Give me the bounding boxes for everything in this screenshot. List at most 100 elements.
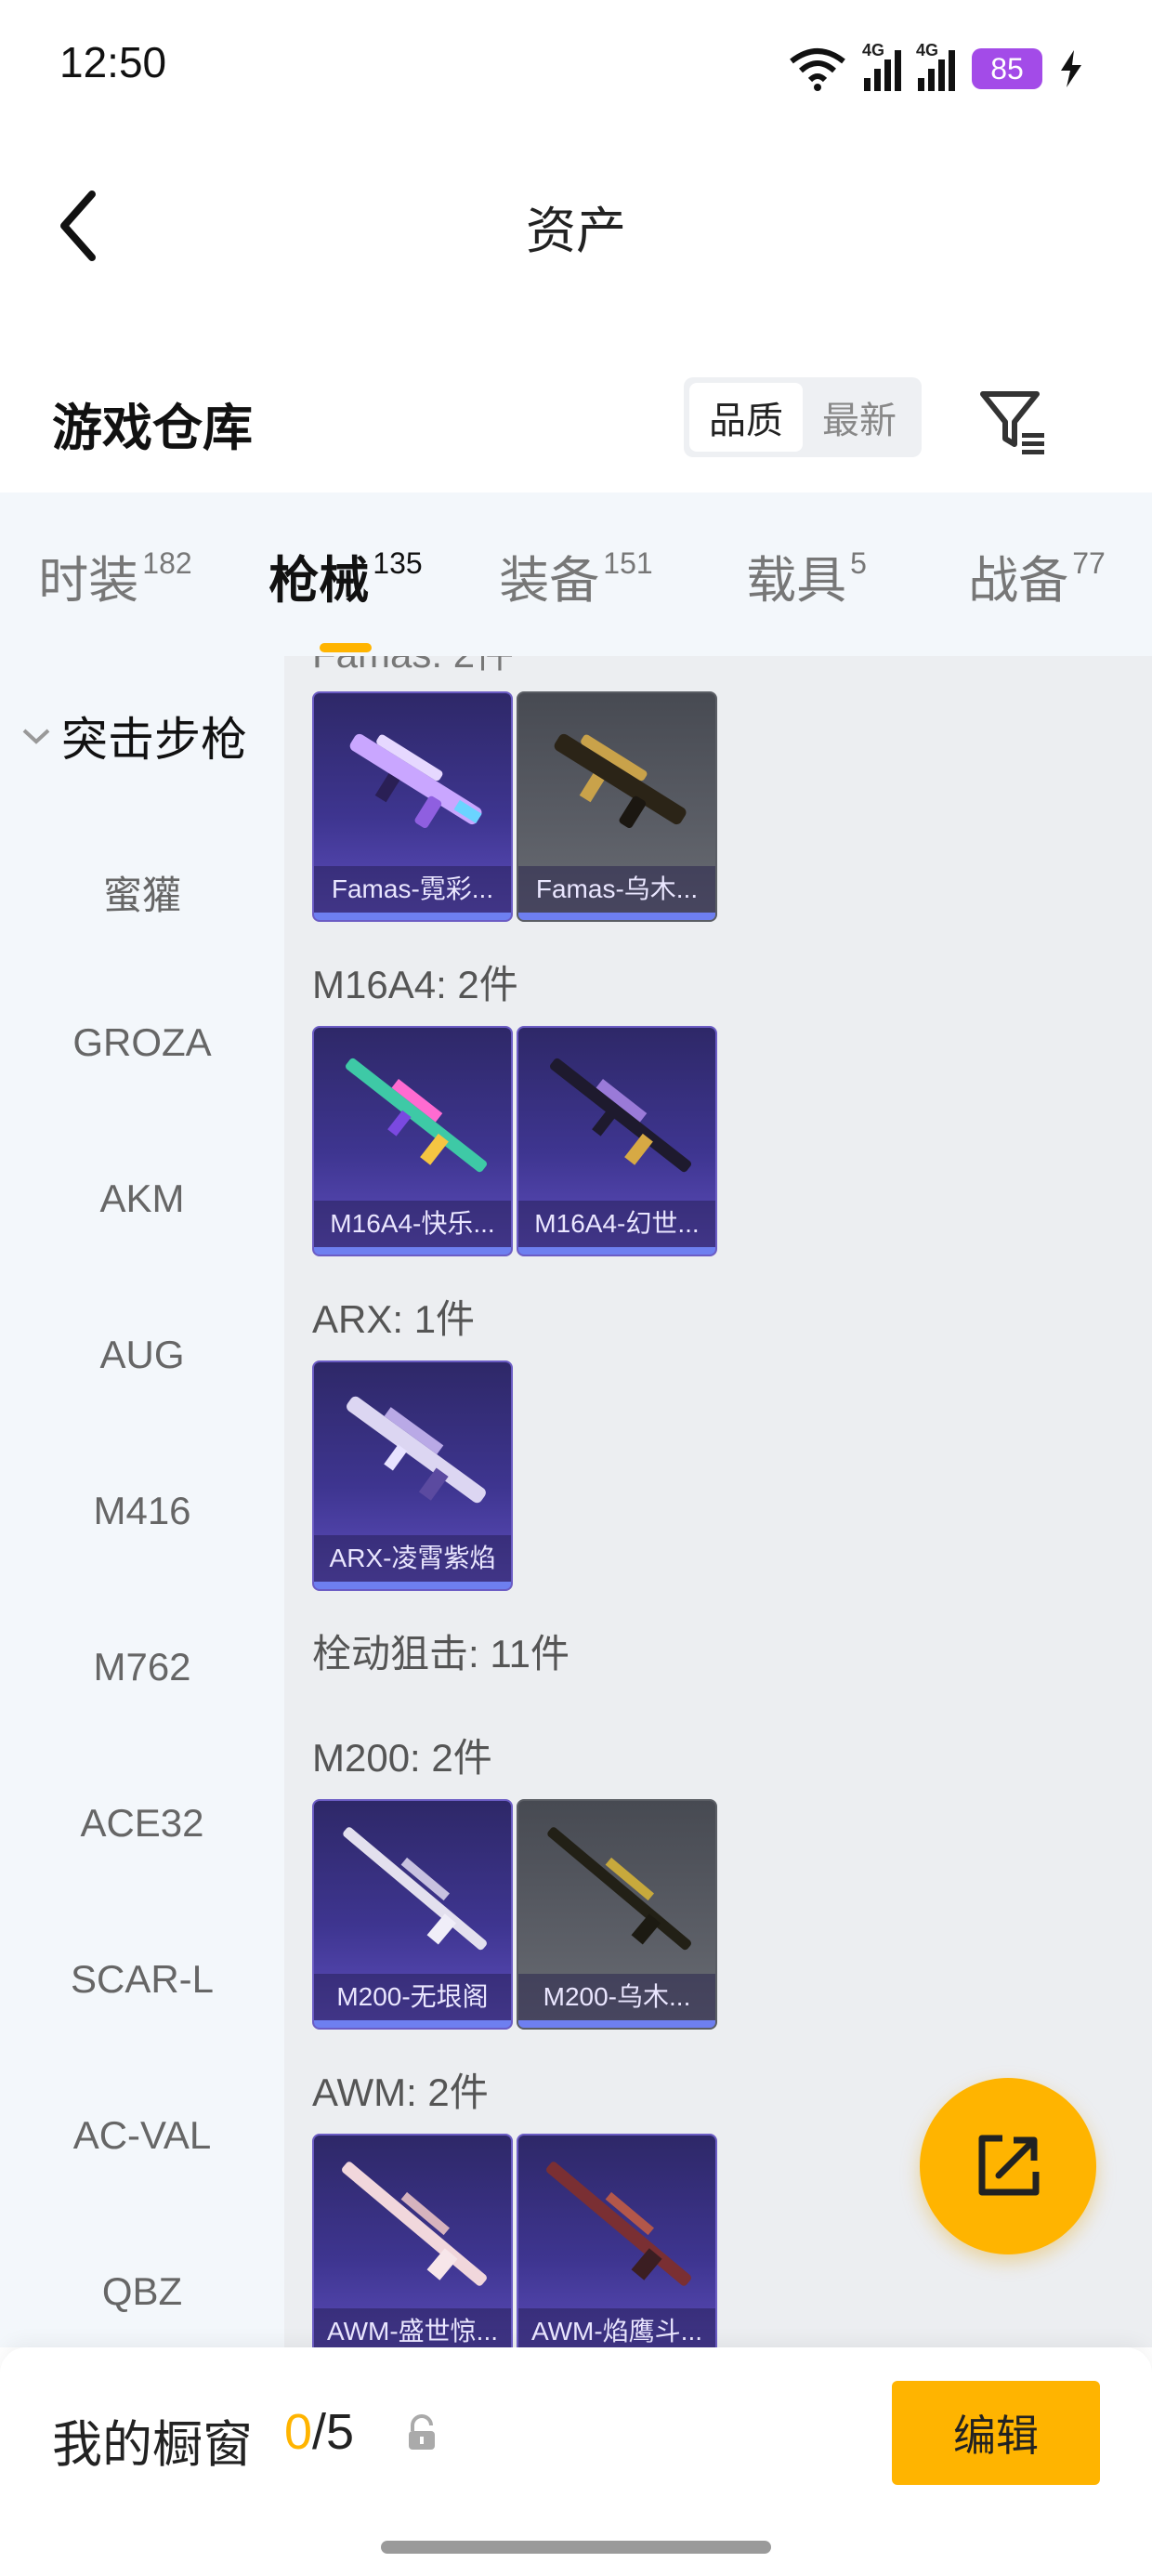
sniper-image bbox=[343, 1827, 487, 1951]
tab-equipment[interactable]: 装备 151 bbox=[461, 539, 691, 612]
network-label-1: 4G bbox=[862, 41, 885, 59]
showcase-used-count: 0 bbox=[284, 2404, 313, 2460]
sidebar-item-ace32[interactable]: ACE32 bbox=[0, 1801, 284, 1846]
sniper-image bbox=[547, 1827, 691, 1951]
tab-weapons[interactable]: 枪械 135 bbox=[230, 539, 461, 652]
weapon-card-label: M200-乌木... bbox=[518, 1974, 715, 2020]
sidebar-item-m416[interactable]: M416 bbox=[0, 1489, 284, 1533]
weapon-card-arx-1[interactable]: ARX-凌霄紫焰 bbox=[312, 1360, 513, 1591]
sniper-image bbox=[546, 2162, 691, 2286]
home-indicator[interactable] bbox=[381, 2541, 771, 2554]
weapon-card-label: M200-无垠阁 bbox=[314, 1974, 511, 2020]
rarity-bar bbox=[314, 1582, 511, 1589]
weapon-card-m16a4-2[interactable]: M16A4-幻世... bbox=[517, 1026, 717, 1256]
weapon-card-label: AWM-盛世惊... bbox=[314, 2308, 511, 2347]
share-fab-button[interactable] bbox=[920, 2078, 1096, 2254]
weapon-card-m16a4-1[interactable]: M16A4-快乐... bbox=[312, 1026, 513, 1256]
signal-icon-2: 4G bbox=[916, 41, 955, 91]
showcase-bar: 我的橱窗 0/5 编辑 bbox=[0, 2347, 1152, 2576]
weapon-card-m200-2[interactable]: M200-乌木... bbox=[517, 1799, 717, 2030]
sidebar-item-aug[interactable]: AUG bbox=[0, 1333, 284, 1377]
lock-icon bbox=[409, 2414, 435, 2450]
weapon-card-label: M16A4-快乐... bbox=[314, 1201, 511, 1247]
battery-icon: 85 bbox=[972, 48, 1042, 89]
weapon-card-label: M16A4-幻世... bbox=[518, 1201, 715, 1247]
tab-count: 151 bbox=[603, 546, 653, 580]
weapon-card-label: ARX-凌霄紫焰 bbox=[314, 1535, 511, 1582]
page-title: 资产 bbox=[526, 204, 626, 259]
rarity-bar bbox=[518, 1247, 715, 1255]
tab-vehicles[interactable]: 载具 5 bbox=[691, 539, 922, 612]
tab-count: 182 bbox=[142, 546, 192, 580]
tab-supplies[interactable]: 战备 77 bbox=[922, 539, 1152, 612]
sidebar-group-assault-rifles[interactable]: 突击步枪 bbox=[20, 703, 247, 769]
weapon-card-famas-1[interactable]: Famas-霓彩... bbox=[312, 691, 513, 922]
rifle-image bbox=[554, 733, 687, 829]
tab-label: 装备 bbox=[499, 553, 600, 609]
weapon-card-label: Famas-霓彩... bbox=[314, 866, 511, 913]
wifi-icon bbox=[790, 48, 845, 91]
group-label-m16a4: M16A4: 2件 bbox=[312, 963, 518, 1006]
rarity-bar bbox=[314, 2020, 511, 2028]
chevron-down-icon bbox=[22, 729, 50, 744]
active-tab-indicator bbox=[320, 643, 372, 652]
status-icons: 4G 4G 85 bbox=[788, 41, 1083, 97]
weapon-card-label: Famas-乌木... bbox=[518, 866, 715, 913]
sidebar-item-m762[interactable]: M762 bbox=[0, 1645, 284, 1689]
rifle-image bbox=[550, 1058, 691, 1173]
rifle-image bbox=[349, 733, 482, 829]
sidebar-item-honey-badger[interactable]: 蜜獾 bbox=[0, 864, 284, 921]
sidebar-group-label: 突击步枪 bbox=[61, 714, 247, 766]
tab-count: 135 bbox=[373, 546, 423, 580]
top-nav: 资产 bbox=[0, 138, 1152, 305]
showcase-count: 0/5 bbox=[284, 2403, 354, 2461]
sidebar-item-ac-val[interactable]: AC-VAL bbox=[0, 2113, 284, 2158]
weapon-card-label: AWM-焰鹰斗... bbox=[518, 2308, 715, 2347]
section-title: 游戏仓库 bbox=[52, 401, 253, 456]
sort-quality-button[interactable]: 品质 bbox=[689, 383, 803, 452]
group-label-awm: AWM: 2件 bbox=[312, 2070, 489, 2114]
weapon-card-famas-2[interactable]: Famas-乌木... bbox=[517, 691, 717, 922]
tab-label: 枪械 bbox=[268, 553, 370, 609]
sniper-image bbox=[342, 2162, 487, 2286]
section-header: 游戏仓库 品质 最新 bbox=[0, 362, 1152, 483]
tab-label: 载具 bbox=[746, 553, 847, 609]
charging-icon bbox=[1061, 50, 1081, 87]
weapon-card-m200-1[interactable]: M200-无垠阁 bbox=[312, 1799, 513, 2030]
group-label-m200: M200: 2件 bbox=[312, 1736, 492, 1780]
sidebar-item-akm[interactable]: AKM bbox=[0, 1176, 284, 1221]
tab-count: 77 bbox=[1072, 546, 1106, 580]
rarity-bar bbox=[314, 913, 511, 920]
sort-latest-button[interactable]: 最新 bbox=[803, 383, 916, 452]
status-time: 12:50 bbox=[59, 38, 167, 86]
showcase-label: 我的橱窗 bbox=[52, 2417, 253, 2473]
tab-label: 战备 bbox=[968, 553, 1069, 609]
share-icon bbox=[978, 2135, 1040, 2196]
tab-fashion[interactable]: 时装 182 bbox=[0, 539, 230, 612]
showcase-total-count: /5 bbox=[312, 2404, 355, 2460]
tab-count: 5 bbox=[850, 546, 867, 580]
sidebar-item-groza[interactable]: GROZA bbox=[0, 1020, 284, 1065]
sidebar-item-qbz[interactable]: QBZ bbox=[0, 2269, 284, 2314]
filter-button[interactable] bbox=[975, 385, 1050, 459]
weapon-card-awm-1[interactable]: AWM-盛世惊... bbox=[312, 2134, 513, 2347]
weapon-type-sidebar: 突击步枪 蜜獾 GROZA AKM AUG M416 M762 ACE32 SC… bbox=[0, 656, 284, 2347]
rarity-bar bbox=[518, 913, 715, 920]
rarity-bar bbox=[314, 1247, 511, 1255]
weapon-card-awm-2[interactable]: AWM-焰鹰斗... bbox=[517, 2134, 717, 2347]
signal-icon: 4G bbox=[862, 41, 901, 91]
group-label-famas: Famas: 2件 bbox=[312, 656, 514, 679]
category-label-bolt-action: 栓动狙击: 11件 bbox=[312, 1632, 569, 1676]
network-label-2: 4G bbox=[916, 41, 939, 59]
status-bar: 12:50 4G 4G 85 bbox=[0, 0, 1152, 138]
group-label-arx: ARX: 1件 bbox=[312, 1297, 476, 1341]
rifle-image bbox=[347, 1396, 486, 1504]
edit-button[interactable]: 编辑 bbox=[892, 2381, 1100, 2485]
sidebar-item-scar-l[interactable]: SCAR-L bbox=[0, 1957, 284, 2002]
tab-label: 时装 bbox=[38, 553, 139, 609]
category-tabs: 时装 182 枪械 135 装备 151 载具 5 战备 77 bbox=[0, 493, 1152, 656]
sort-toggle: 品质 最新 bbox=[684, 377, 922, 457]
filter-icon bbox=[980, 391, 1044, 454]
rarity-bar bbox=[518, 2020, 715, 2028]
rifle-image bbox=[346, 1058, 487, 1173]
